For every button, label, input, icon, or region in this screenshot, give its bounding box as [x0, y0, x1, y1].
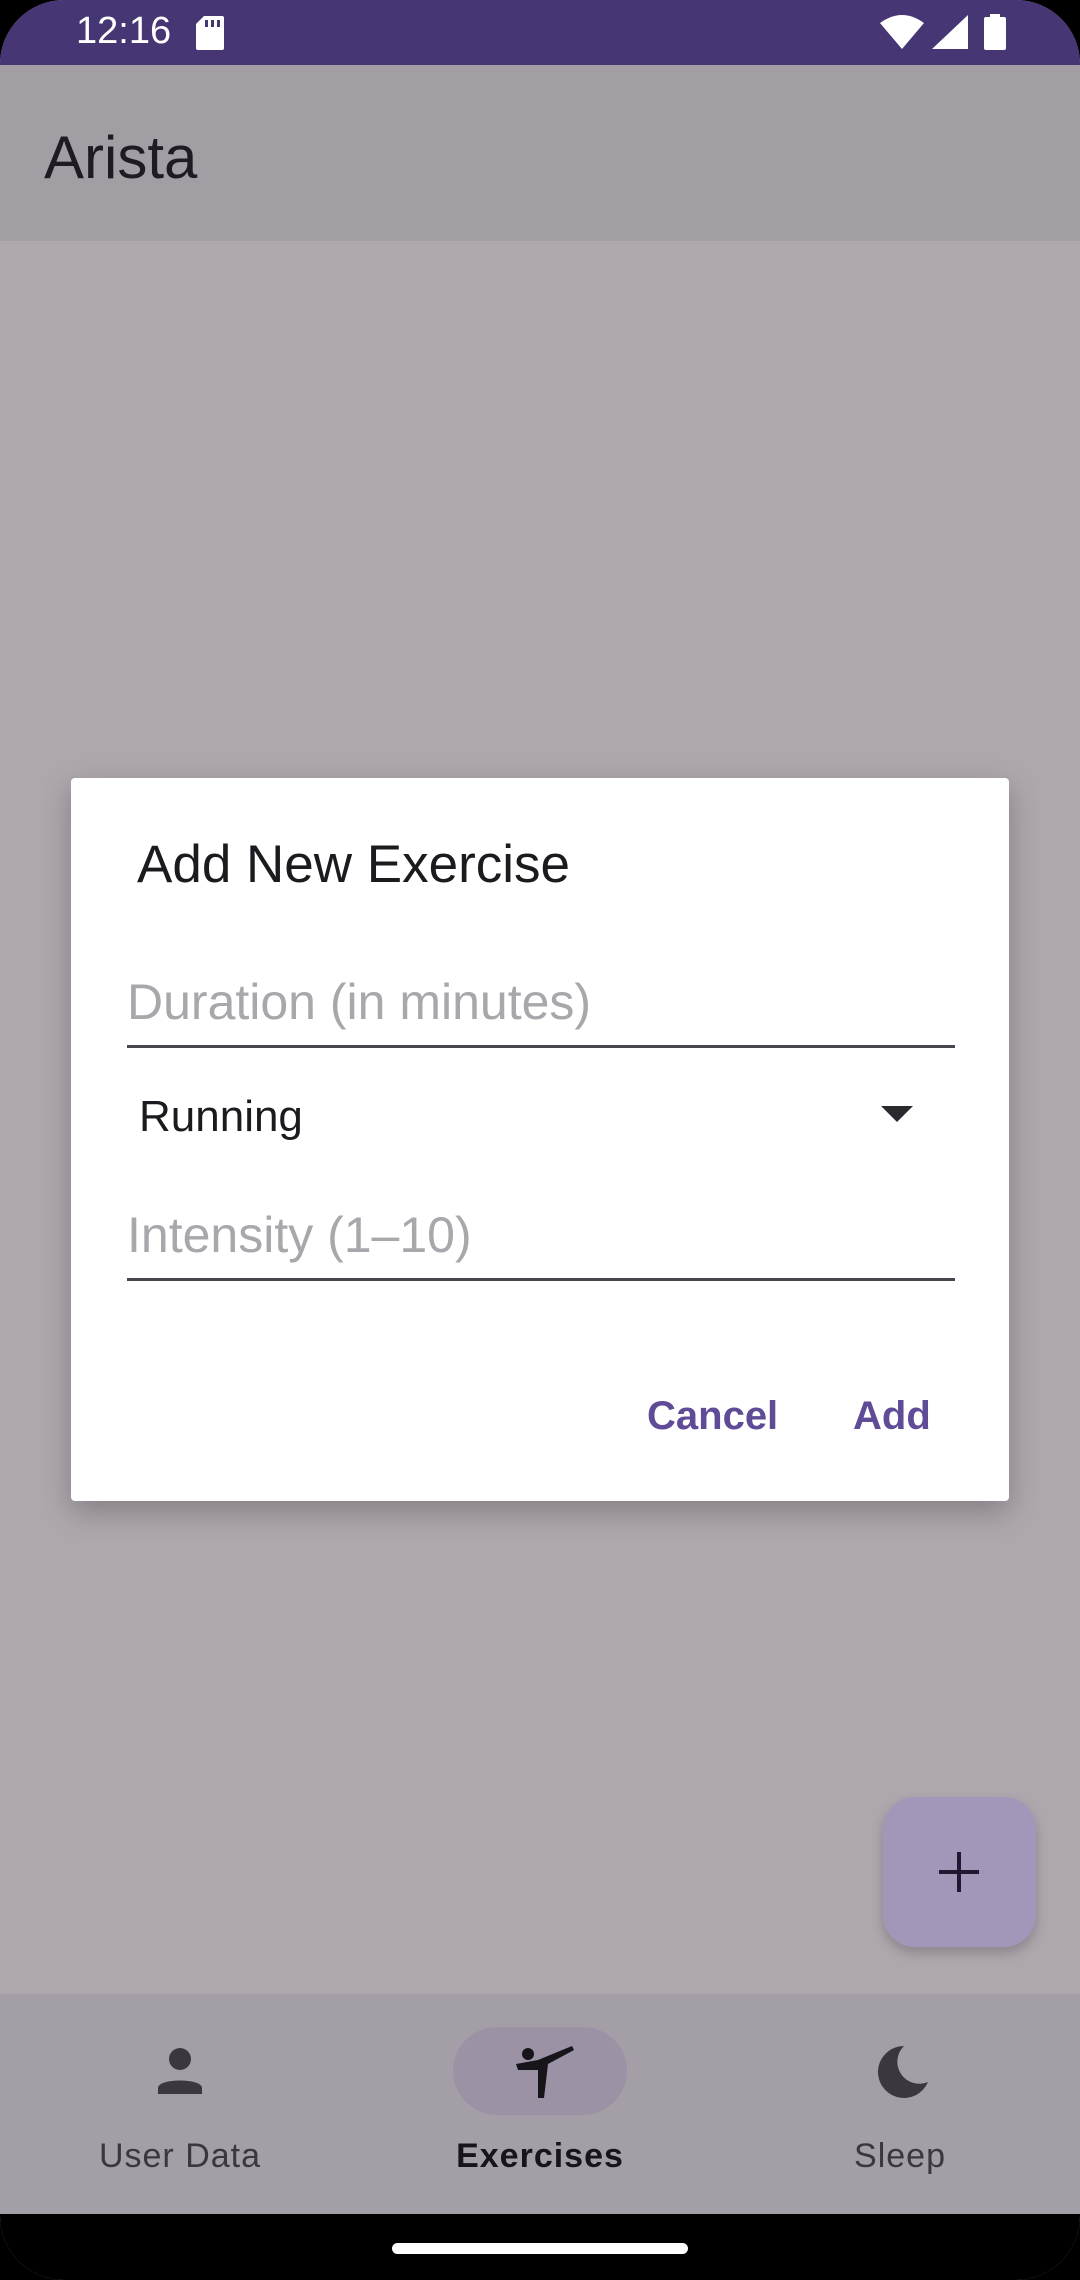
exercise-type-value: Running	[139, 1092, 303, 1141]
signal-icon	[932, 15, 968, 49]
duration-field	[127, 948, 955, 1048]
nav-item-sleep[interactable]: Sleep	[720, 1994, 1080, 2214]
home-gesture-handle[interactable]	[392, 2243, 688, 2254]
nav-item-user-data[interactable]: User Data	[0, 1994, 360, 2214]
dialog-title: Add New Exercise	[137, 835, 571, 894]
cancel-button[interactable]: Cancel	[647, 1394, 778, 1439]
add-exercise-fab[interactable]	[883, 1797, 1036, 1947]
nav-item-exercises[interactable]: Exercises	[360, 1994, 720, 2214]
nav-label-sleep: Sleep	[854, 2137, 946, 2175]
sd-card-icon	[196, 16, 224, 50]
status-bar: 12:16	[0, 0, 1080, 65]
app-title: Arista	[44, 124, 198, 191]
moon-icon	[878, 2046, 928, 2098]
app-bar: Arista	[0, 65, 1080, 241]
status-time: 12:16	[76, 10, 172, 52]
dropdown-arrow-icon[interactable]	[881, 1106, 913, 1124]
intensity-input[interactable]	[127, 1181, 955, 1278]
nav-label-user-data: User Data	[98, 2137, 262, 2175]
duration-input[interactable]	[127, 948, 955, 1045]
add-exercise-dialog: Add New Exercise Running Cancel Add	[71, 778, 1009, 1501]
plus-icon	[939, 1852, 979, 1892]
add-button[interactable]: Add	[853, 1394, 931, 1439]
nav-label-exercises: Exercises	[456, 2137, 624, 2175]
wifi-icon	[880, 15, 924, 49]
intensity-field	[127, 1181, 955, 1281]
phone-screen: 12:16 Arista User Data Exercises Sleep A…	[0, 0, 1080, 2280]
bottom-navigation: User Data Exercises Sleep	[0, 1994, 1080, 2214]
exercise-type-dropdown[interactable]: Running	[127, 1068, 955, 1168]
gesture-navigation-area	[0, 2214, 1080, 2280]
battery-icon	[984, 14, 1006, 50]
person-icon	[158, 2048, 202, 2094]
exercise-icon	[516, 2046, 574, 2098]
